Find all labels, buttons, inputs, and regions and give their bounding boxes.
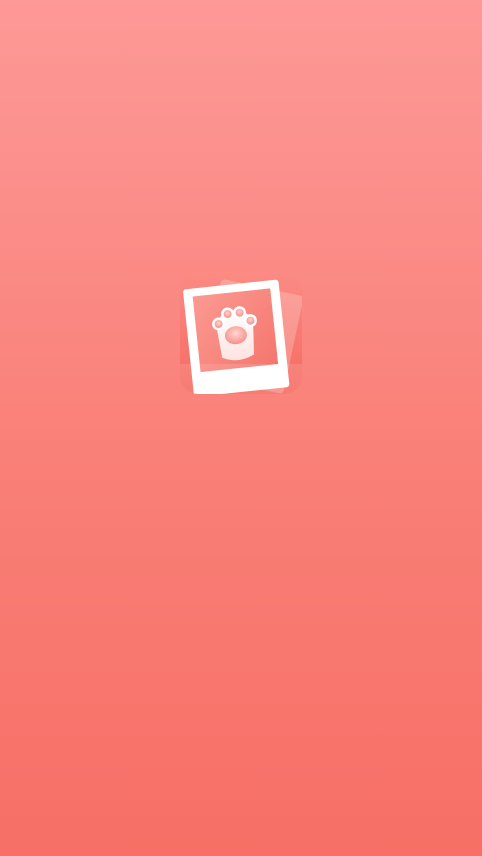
app-logo [180,272,302,394]
splash-screen [0,0,482,856]
paw-photo-icon [180,272,302,394]
